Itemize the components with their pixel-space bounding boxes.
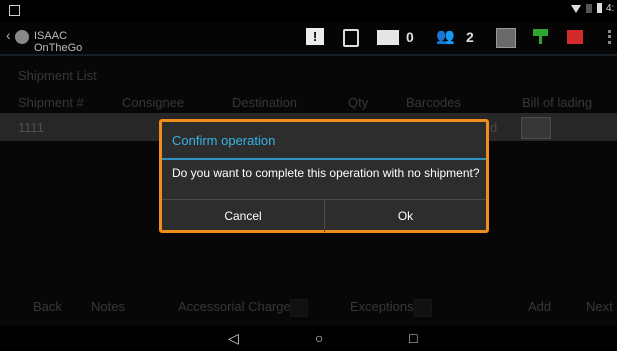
navigation-bar: ◁ ○ □ bbox=[0, 326, 617, 351]
sign-button[interactable] bbox=[496, 26, 516, 48]
wifi-icon bbox=[571, 5, 581, 13]
status-bar: 4: bbox=[0, 0, 617, 22]
action-bar: ‹ ISAAC OnTheGo ! 0 👥 2 bbox=[0, 22, 617, 56]
red-status-button[interactable] bbox=[567, 27, 585, 47]
green-status-icon-base bbox=[539, 36, 542, 44]
alert-button[interactable]: ! bbox=[306, 28, 324, 45]
home-nav-button[interactable]: ○ bbox=[315, 330, 323, 346]
ok-button[interactable]: Ok bbox=[325, 200, 486, 232]
confirm-dialog: Confirm operation Do you want to complet… bbox=[159, 119, 489, 233]
envelope-icon bbox=[377, 30, 399, 45]
chevron-left-icon: ‹ bbox=[6, 27, 11, 43]
overflow-menu-button[interactable] bbox=[606, 28, 614, 46]
messages-count: 0 bbox=[406, 29, 414, 45]
green-status-icon bbox=[533, 29, 548, 36]
dialog-buttons: Cancel Ok bbox=[162, 199, 486, 232]
back-nav-button[interactable]: ◁ bbox=[228, 330, 239, 347]
dock-button[interactable] bbox=[342, 27, 359, 47]
users-icon: 👥 bbox=[436, 28, 455, 45]
alert-flag-icon: ! bbox=[306, 28, 324, 45]
signal-icon bbox=[586, 4, 592, 13]
messages-button[interactable]: 0 bbox=[377, 26, 423, 50]
app-title: ISAAC OnTheGo bbox=[34, 30, 83, 54]
truck-icon bbox=[567, 30, 583, 44]
pen-icon bbox=[496, 28, 516, 48]
up-navigation-button[interactable]: ‹ ISAAC OnTheGo bbox=[4, 24, 114, 54]
more-icon bbox=[608, 30, 614, 44]
dock-icon bbox=[343, 29, 359, 47]
cancel-button[interactable]: Cancel bbox=[162, 200, 324, 232]
app-logo-icon bbox=[15, 30, 29, 44]
battery-icon bbox=[597, 3, 602, 13]
dialog-message: Do you want to complete this operation w… bbox=[172, 166, 480, 180]
recents-nav-button[interactable]: □ bbox=[409, 330, 417, 346]
users-button[interactable]: 👥 2 bbox=[436, 26, 486, 50]
users-count: 2 bbox=[466, 29, 474, 45]
notification-icon bbox=[9, 5, 20, 16]
green-status-button[interactable] bbox=[531, 27, 551, 47]
status-time: 4: bbox=[606, 3, 615, 14]
dialog-title: Confirm operation bbox=[162, 122, 486, 160]
